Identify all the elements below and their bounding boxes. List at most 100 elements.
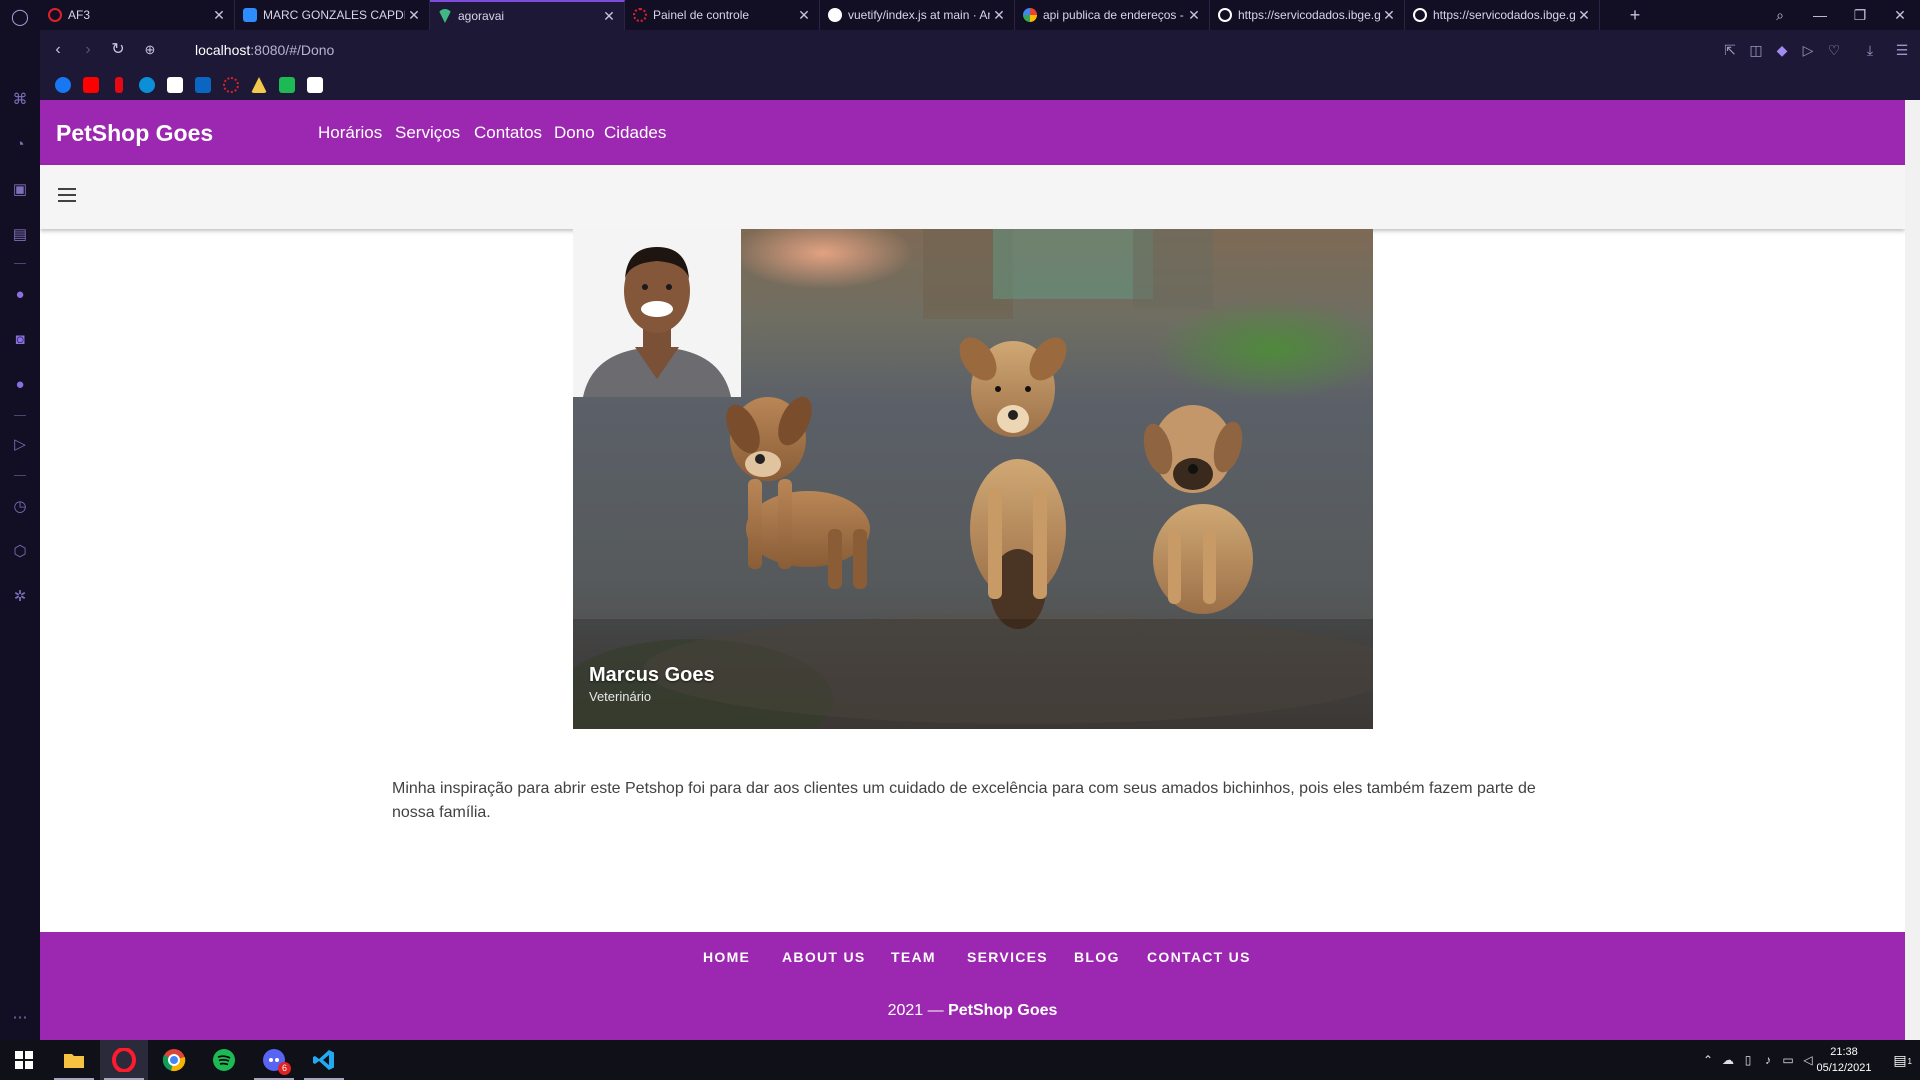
close-window-icon[interactable]: ✕ bbox=[1880, 0, 1920, 30]
tab[interactable]: api publica de endereços - ✕ bbox=[1015, 0, 1210, 30]
player-icon[interactable]: ▷ bbox=[10, 435, 30, 455]
messenger-icon[interactable]: ● bbox=[10, 285, 30, 305]
facebook-icon[interactable] bbox=[55, 77, 71, 93]
nav-link-servicos[interactable]: Serviços bbox=[395, 123, 460, 143]
new-tab-button[interactable]: + bbox=[1625, 0, 1645, 30]
brand-title[interactable]: PetShop Goes bbox=[56, 120, 213, 147]
speed-dial-icon[interactable]: ◔ bbox=[10, 135, 30, 155]
app-bar: PetShop Goes Horários Serviços Contatos … bbox=[40, 100, 1905, 165]
tab[interactable]: AF3 ✕ bbox=[40, 0, 235, 30]
url-host: localhost bbox=[195, 42, 251, 58]
page-scrollbar[interactable] bbox=[1905, 100, 1920, 1040]
easy-setup-icon[interactable]: ☰ bbox=[1892, 40, 1912, 60]
network-icon[interactable]: ▭ bbox=[1780, 1052, 1796, 1068]
minimize-icon[interactable]: — bbox=[1800, 0, 1840, 30]
netflix-icon[interactable] bbox=[115, 77, 123, 93]
google-icon bbox=[1023, 8, 1037, 22]
tab[interactable]: https://servicodados.ibge.g ✕ bbox=[1210, 0, 1405, 30]
heart-icon[interactable]: ♡ bbox=[1824, 40, 1844, 60]
footer-link-blog[interactable]: BLOG bbox=[1074, 949, 1120, 965]
url-path: :8080/#/Dono bbox=[250, 42, 335, 58]
tab[interactable]: vuetify/index.js at main · An ✕ bbox=[820, 0, 1015, 30]
settings-gear-icon[interactable]: ✲ bbox=[10, 587, 30, 607]
tab-title: https://servicodados.ibge.g bbox=[1238, 8, 1380, 22]
close-icon[interactable]: ✕ bbox=[795, 7, 813, 24]
close-icon[interactable]: ✕ bbox=[990, 7, 1008, 24]
bookmarks-bar bbox=[40, 70, 1920, 100]
opera-icon bbox=[112, 1048, 136, 1072]
opera-icon[interactable] bbox=[223, 77, 239, 93]
tab-title: api publica de endereços - bbox=[1043, 8, 1184, 22]
footer-link-about-us[interactable]: ABOUT US bbox=[782, 949, 866, 965]
back-icon[interactable]: ‹ bbox=[48, 40, 68, 60]
nav-link-contatos[interactable]: Contatos bbox=[474, 123, 542, 143]
chevron-up-icon[interactable]: ⌃ bbox=[1700, 1052, 1716, 1068]
footer-link-contact-us[interactable]: CONTACT US bbox=[1147, 949, 1251, 965]
instagram-icon[interactable]: ◙ bbox=[10, 330, 30, 350]
extensions-icon[interactable]: ⬡ bbox=[10, 542, 30, 562]
clock[interactable]: 21:38 05/12/2021 bbox=[1814, 1044, 1874, 1076]
share-icon[interactable]: ⇱ bbox=[1720, 40, 1740, 60]
nav-link-dono[interactable]: Dono bbox=[554, 123, 595, 143]
sidebar-divider bbox=[14, 263, 26, 264]
device-icon[interactable]: ▯ bbox=[1740, 1052, 1756, 1068]
bookmark-icon[interactable] bbox=[251, 77, 267, 93]
close-icon[interactable]: ✕ bbox=[1575, 7, 1593, 24]
microphone-icon[interactable]: ♪ bbox=[1760, 1052, 1776, 1068]
taskbar-file-explorer[interactable] bbox=[50, 1040, 98, 1080]
url-field[interactable]: localhost:8080/#/Dono bbox=[195, 42, 334, 58]
gaming-icon[interactable]: ⌘ bbox=[10, 90, 30, 110]
opera-menu-icon[interactable]: ◯ bbox=[10, 8, 30, 28]
taskbar-discord[interactable]: 6 bbox=[250, 1040, 298, 1080]
taskbar-spotify[interactable] bbox=[200, 1040, 248, 1080]
taskbar-chrome[interactable] bbox=[150, 1040, 198, 1080]
close-icon[interactable]: ✕ bbox=[1380, 7, 1398, 24]
nav-link-cidades[interactable]: Cidades bbox=[604, 123, 666, 143]
restore-icon[interactable]: ❐ bbox=[1840, 0, 1880, 30]
shield-icon[interactable]: ◆ bbox=[1772, 40, 1792, 60]
reload-icon[interactable]: ↻ bbox=[108, 40, 128, 60]
bookmark-icon[interactable] bbox=[279, 77, 295, 93]
tab[interactable]: MARC GONZALES CAPDEV ✕ bbox=[235, 0, 430, 30]
notifications-icon[interactable]: ▤ 1 bbox=[1890, 1050, 1912, 1072]
footer-link-home[interactable]: HOME bbox=[703, 949, 750, 965]
close-icon[interactable]: ✕ bbox=[405, 7, 423, 24]
taskbar-vscode[interactable] bbox=[300, 1040, 348, 1080]
linkedin-icon[interactable] bbox=[195, 77, 211, 93]
copyright-brand: PetShop Goes bbox=[948, 1002, 1058, 1019]
tab[interactable]: https://servicodados.ibge.g ✕ bbox=[1405, 0, 1600, 30]
tab-active[interactable]: agoravai ✕ bbox=[430, 0, 625, 30]
footer: HOME ABOUT US TEAM SERVICES BLOG CONTACT… bbox=[40, 932, 1905, 1040]
workspaces-icon[interactable]: ▣ bbox=[10, 180, 30, 200]
nav-link-horarios[interactable]: Horários bbox=[318, 123, 382, 143]
footer-link-services[interactable]: SERVICES bbox=[967, 949, 1048, 965]
close-icon[interactable]: ✕ bbox=[600, 8, 618, 25]
opera-icon bbox=[48, 8, 62, 22]
download-icon[interactable]: ⤓ bbox=[1860, 40, 1880, 60]
folder-icon bbox=[64, 1054, 84, 1068]
bookmark-icon[interactable] bbox=[307, 77, 323, 93]
tab-title: vuetify/index.js at main · An bbox=[848, 8, 990, 22]
search-tabs-icon[interactable]: ⌕ bbox=[1760, 0, 1800, 30]
twitter-icon[interactable]: ● bbox=[10, 375, 30, 395]
send-icon[interactable]: ▷ bbox=[1798, 40, 1818, 60]
forward-icon[interactable]: › bbox=[78, 40, 98, 60]
notification-count: 1 bbox=[1907, 1052, 1912, 1072]
hamburger-menu-icon[interactable] bbox=[56, 184, 78, 204]
history-icon[interactable]: ◷ bbox=[10, 497, 30, 517]
site-info-icon[interactable]: ⊕ bbox=[140, 40, 160, 60]
tab[interactable]: Painel de controle ✕ bbox=[625, 0, 820, 30]
taskbar-opera[interactable] bbox=[100, 1040, 148, 1080]
close-icon[interactable]: ✕ bbox=[1185, 7, 1203, 24]
more-options-icon[interactable]: ⋯ bbox=[10, 1008, 30, 1028]
youtube-icon[interactable] bbox=[83, 77, 99, 93]
player-icon[interactable] bbox=[139, 77, 155, 93]
twitch-icon[interactable]: ▤ bbox=[10, 225, 30, 245]
footer-link-team[interactable]: TEAM bbox=[891, 949, 936, 965]
snapshot-icon[interactable]: ◫ bbox=[1746, 40, 1766, 60]
page-viewport: PetShop Goes Horários Serviços Contatos … bbox=[40, 100, 1905, 1040]
close-icon[interactable]: ✕ bbox=[210, 7, 228, 24]
start-button[interactable] bbox=[0, 1040, 48, 1080]
gmail-icon[interactable] bbox=[167, 77, 183, 93]
onedrive-icon[interactable]: ☁ bbox=[1720, 1052, 1736, 1068]
